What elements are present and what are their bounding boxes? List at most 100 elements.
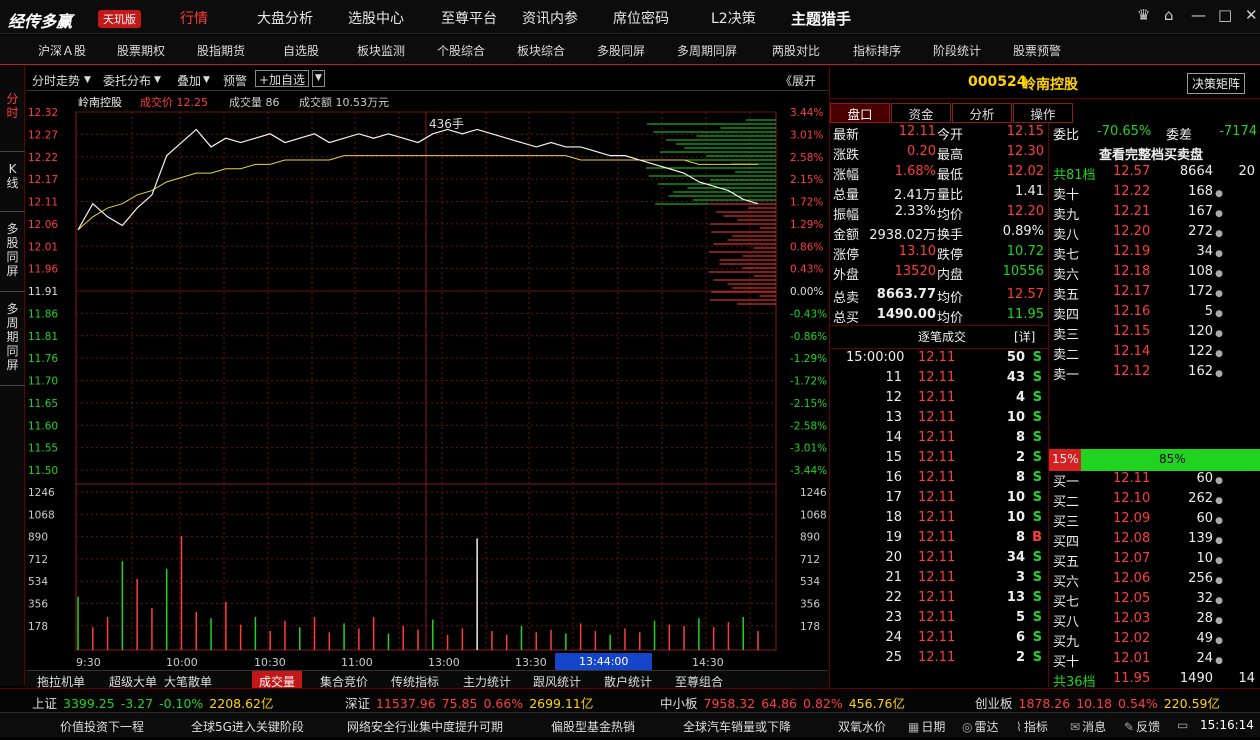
tool-3[interactable]: ✉ 消息: [1070, 718, 1106, 735]
left-tab-0[interactable]: 分时: [0, 66, 25, 152]
book-volume: 8664: [1179, 164, 1213, 179]
book-volume: 60: [1196, 511, 1213, 526]
pct-tick: 1.29%: [790, 219, 823, 231]
main-tab-2[interactable]: 选股中心: [348, 8, 404, 28]
book-level: 卖九: [1053, 208, 1080, 223]
tool-4[interactable]: ✎ 反馈: [1124, 718, 1160, 735]
index-item[interactable]: 创业板 1878.26 10.18 0.54% 220.59亿: [975, 693, 1220, 712]
chevron-down-icon[interactable]: ▼: [203, 75, 210, 85]
price-tick: 12.22: [28, 152, 58, 164]
news-item[interactable]: 价值投资下一程: [60, 718, 144, 735]
maximize-icon[interactable]: □: [1218, 6, 1232, 24]
main-tab-5[interactable]: 席位密码: [613, 8, 669, 28]
quote-value: 0.20: [907, 144, 936, 159]
tool-1[interactable]: ◎ 雷达: [962, 718, 999, 735]
dot-icon: ●: [1215, 596, 1223, 606]
alert-button[interactable]: 预警: [223, 72, 247, 89]
quote-value: 12.30: [1006, 144, 1044, 159]
pct-tick: -0.86%: [790, 331, 827, 343]
sub-tab-0[interactable]: 沪深Ａ股: [38, 42, 86, 59]
intraday-chart[interactable]: 岭南控股 成交价 12.25 成交量 86 成交额 10.53万元 12.32 3.44%…: [26, 92, 828, 690]
sub-tab-9[interactable]: 两股对比: [772, 42, 820, 59]
close-icon[interactable]: ✕: [1245, 6, 1258, 24]
book-level: 卖十: [1053, 188, 1080, 203]
index-value: 7958.32: [703, 696, 756, 711]
panel-tab-0[interactable]: 盘口: [830, 103, 890, 123]
panel-tab-2[interactable]: 分析: [952, 103, 1012, 123]
trade-time: 14: [885, 430, 902, 445]
chevron-down-icon[interactable]: ▼: [154, 75, 161, 85]
tool-0[interactable]: ▦ 日期: [908, 718, 945, 735]
index-item[interactable]: 上证 3399.25 -3.27 -0.10% 2208.62亿: [32, 693, 274, 712]
home-icon[interactable]: ⌂: [1164, 6, 1174, 24]
left-tab-3[interactable]: 多周期同屏: [0, 292, 25, 386]
indicator-tabs: 拖拉机单 超级大单 大笔散单 成交量 集合竞价 传统指标 主力统计 跟风统计 散户统计 至尊组合: [26, 670, 828, 690]
price-tick: 12.06: [28, 219, 58, 231]
main-tab-7[interactable]: 主题猎手: [791, 8, 851, 29]
news-item[interactable]: 双氧水价: [838, 718, 886, 735]
news-item[interactable]: 全球5G进入关键阶段: [191, 718, 304, 735]
main-tab-3[interactable]: 至尊平台: [441, 8, 497, 28]
news-item[interactable]: 网络安全行业集中度提升可期: [347, 718, 503, 735]
book-volume: 167: [1188, 204, 1213, 219]
main-tab-6[interactable]: L2决策: [711, 8, 756, 28]
sub-tab-2[interactable]: 股指期货: [197, 42, 245, 59]
book-volume: 34: [1196, 244, 1213, 259]
full-book-link[interactable]: 查看完整档买卖盘: [1099, 144, 1203, 164]
left-tab-1[interactable]: K线: [0, 152, 25, 212]
panel-tabs: 盘口 资金 分析 操作: [830, 103, 1080, 123]
add-favorite-menu[interactable]: ▼: [312, 70, 325, 87]
trade-time: 25: [885, 650, 902, 665]
minimize-icon[interactable]: —: [1191, 6, 1206, 24]
quote-value: 12.02: [1006, 164, 1044, 179]
dot-icon: ●: [1215, 556, 1223, 566]
sub-tab-8[interactable]: 多周期同屏: [677, 42, 737, 59]
main-tab-0[interactable]: 行情: [180, 8, 208, 28]
total-label: 总卖: [833, 291, 860, 306]
sub-tab-10[interactable]: 指标排序: [853, 42, 901, 59]
quote-label: 涨幅: [833, 168, 860, 183]
panel-tab-3[interactable]: 操作: [1013, 103, 1073, 123]
chevron-down-icon[interactable]: ▼: [84, 75, 91, 85]
main-tab-4[interactable]: 资讯内参: [522, 8, 578, 28]
overlay-dropdown[interactable]: 叠加: [177, 72, 201, 89]
panel-tab-1[interactable]: 资金: [891, 103, 951, 123]
sub-tab-1[interactable]: 股票期权: [117, 42, 165, 59]
trades-detail-link[interactable]: [详]: [1014, 328, 1035, 345]
sub-tab-11[interactable]: 阶段统计: [933, 42, 981, 59]
sub-tab-4[interactable]: 板块监测: [357, 42, 405, 59]
book-volume: 272: [1188, 224, 1213, 239]
main-tab-1[interactable]: 大盘分析: [257, 8, 313, 28]
crown-icon[interactable]: ♛: [1137, 6, 1150, 24]
order-dropdown[interactable]: 委托分布: [103, 72, 151, 89]
news-item[interactable]: 全球汽车销量或下降: [683, 718, 791, 735]
book-price: 12.07: [1113, 551, 1151, 566]
total-value: 12.57: [1006, 287, 1044, 302]
left-tab-2[interactable]: 多股同屏: [0, 212, 25, 292]
decision-matrix-button[interactable]: 决策矩阵: [1187, 73, 1246, 94]
quote-label: 换手: [937, 228, 964, 243]
sub-tab-6[interactable]: 板块综合: [517, 42, 565, 59]
sub-tab-12[interactable]: 股票预警: [1013, 42, 1061, 59]
tool-2[interactable]: ⌇ 指标: [1016, 718, 1048, 735]
book-volume: 5: [1204, 304, 1213, 319]
trade-side: S: [1032, 590, 1042, 605]
trend-dropdown[interactable]: 分时走势: [32, 72, 80, 89]
chart-canvas[interactable]: 岭南控股 成交价 12.25 成交量 86 成交额 10.53万元 12.32 3.44%…: [26, 92, 828, 670]
add-favorite-button[interactable]: +加自选: [255, 70, 310, 87]
expand-button[interactable]: 《展开: [780, 72, 816, 89]
sub-tab-5[interactable]: 个股综合: [437, 42, 485, 59]
pct-tick: 3.01%: [790, 129, 823, 141]
sub-tab-7[interactable]: 多股同屏: [597, 42, 645, 59]
news-item[interactable]: 偏股型基金热销: [551, 718, 635, 735]
index-item[interactable]: 中小板 7958.32 64.86 0.82% 456.76亿: [660, 693, 905, 712]
indicator-icon: ⌇: [1016, 720, 1022, 734]
total-value: 8663.77: [876, 287, 936, 302]
sub-tab-3[interactable]: 自选股: [283, 42, 319, 59]
trade-time: 11: [885, 370, 902, 385]
order-book: 委比 -70.65% 委差 -7174 查看完整档买卖盘 共81档 12.57 8664 20 卖…: [1049, 123, 1260, 735]
trade-price: 12.11: [918, 570, 956, 585]
tool-label: 反馈: [1136, 720, 1161, 734]
book-price: 12.15: [1113, 324, 1151, 339]
index-item[interactable]: 深证 11537.96 75.85 0.66% 2699.11亿: [345, 693, 593, 712]
